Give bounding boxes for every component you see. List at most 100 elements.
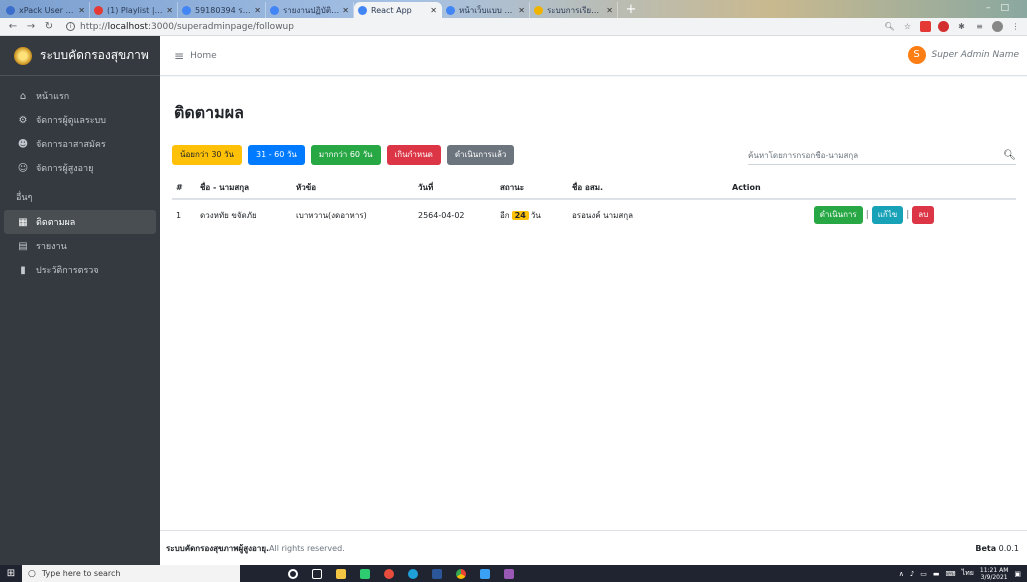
volume-icon[interactable]: ♪ <box>910 570 914 578</box>
edge-icon[interactable] <box>408 568 418 579</box>
browser-tab[interactable]: xPack User Profile✕ <box>2 2 90 18</box>
table-header-row: # ชื่อ - นามสกุล หัวข้อ วันที่ สถานะ ชื่… <box>172 177 1016 200</box>
days-remaining-badge: 24 <box>511 210 529 220</box>
browser-tab[interactable]: React App ✕ <box>354 2 442 18</box>
tab-favicon-icon <box>358 5 367 15</box>
tab-close-icon[interactable]: ✕ <box>78 6 85 15</box>
sidebar-item[interactable]: ☻ จัดการอาสาสมัคร <box>4 132 156 156</box>
search-box: 🔍︎ <box>748 147 1016 165</box>
tab-close-icon[interactable]: ✕ <box>430 6 437 15</box>
cell-name: ดวงหทัย ขจัดภัย <box>196 199 292 232</box>
search-icon[interactable]: 🔍︎ <box>1003 150 1016 161</box>
edit-button[interactable]: แก้ไข <box>871 206 904 225</box>
filter-button[interactable]: มากกว่า 60 วัน <box>310 145 381 165</box>
vscode-icon[interactable] <box>480 568 490 579</box>
status-suffix: วัน <box>530 210 541 220</box>
sidebar-item-label: จัดการผู้สูงอายุ <box>36 164 94 174</box>
sidebar-item[interactable]: ⚙ จัดการผู้ดูแลระบบ <box>4 108 156 132</box>
input-language[interactable]: ไทย <box>962 568 974 579</box>
filter-button[interactable]: ดำเนินการแล้ว <box>446 145 515 165</box>
sidebar-item[interactable]: ☺ จัดการผู้สูงอายุ <box>4 156 156 180</box>
calendar-icon: ▦ <box>18 216 28 228</box>
search-input[interactable] <box>748 151 1004 160</box>
sidebar-section-header: อื่นๆ <box>16 193 33 203</box>
battery-icon[interactable]: ▬ <box>933 570 940 578</box>
sidebar: ระบบคัดกรองสุขภาพ ⌂ หน้าแรก ⚙ จัดการผู้ดูแล… <box>0 36 160 565</box>
windows-taskbar: ⊞ ○ Type here to search ∧ ♪ ▭ ▬ ⌨ ไทย 11… <box>0 565 1027 582</box>
file-explorer-icon[interactable] <box>336 568 346 579</box>
store-icon[interactable] <box>360 568 370 579</box>
sidebar-item-label: รายงาน <box>36 242 67 252</box>
chrome-icon[interactable] <box>456 568 466 579</box>
col-header-name: ชื่อ - นามสกุล <box>196 177 292 200</box>
tab-favicon-icon <box>534 5 543 15</box>
home-link[interactable]: Home <box>190 51 217 61</box>
process-button[interactable]: ดำเนินการ <box>813 206 863 225</box>
taskbar-search[interactable]: ○ Type here to search <box>22 565 240 582</box>
col-header-osm: ชื่อ อสม. <box>568 177 728 200</box>
hamburger-menu-icon[interactable]: ≡ <box>174 49 184 63</box>
tab-close-icon[interactable]: ✕ <box>606 6 613 15</box>
windows-start-icon[interactable]: ⊞ <box>0 568 22 579</box>
tray-chevron-icon[interactable]: ∧ <box>899 570 904 578</box>
taskbar-apps <box>288 568 514 579</box>
user-name[interactable]: Super Admin Name <box>932 50 1019 60</box>
filter-button[interactable]: เกินกำหนด <box>386 145 441 165</box>
filter-button[interactable]: 31 - 60 วัน <box>248 145 305 165</box>
user-menu[interactable]: S Super Admin Name <box>907 46 1019 64</box>
url-path: :3000/superadminpage/followup <box>147 21 294 32</box>
window-controls-icon[interactable]: –□ <box>986 3 1019 13</box>
address-bar[interactable]: i http://localhost:3000/superadminpage/f… <box>66 22 294 32</box>
network-icon[interactable]: ▭ <box>920 570 927 578</box>
tab-close-icon[interactable]: ✕ <box>166 6 173 15</box>
reading-list-icon[interactable]: ≡ <box>974 21 985 32</box>
puzzle-icon[interactable]: ✱ <box>956 21 967 32</box>
filter-button[interactable]: น้อยกว่า 30 วัน <box>172 145 243 165</box>
reload-icon[interactable]: ↻ <box>42 21 56 32</box>
extension-icon[interactable] <box>920 21 931 32</box>
tab-title: หน้าเว็บแบบ respo - Go... <box>459 5 515 15</box>
sidebar-item[interactable]: ▦ ติดตามผล <box>4 210 156 234</box>
back-icon[interactable]: ← <box>6 21 20 32</box>
sidebar-item[interactable]: ⌂ หน้าแรก <box>4 84 156 108</box>
profile-avatar-icon[interactable] <box>992 21 1003 32</box>
version-number: 0.0.1 <box>998 543 1019 553</box>
browser-tab[interactable]: 59180394 รายงานการ...✕ <box>178 2 266 18</box>
bookmark-star-icon[interactable]: ☆ <box>902 21 913 32</box>
url-prefix: http:// <box>80 21 108 32</box>
sidebar-item-label: ติดตามผล <box>36 218 76 228</box>
task-view-icon[interactable] <box>312 568 322 579</box>
browser-tab[interactable]: (1) Playlist | Siwa...✕ <box>90 2 178 18</box>
browser-menu-icon[interactable]: ⋮ <box>1010 21 1021 32</box>
notification-icon[interactable]: ▣ <box>1014 570 1021 578</box>
cortana-icon[interactable] <box>288 568 298 579</box>
tab-favicon-icon <box>94 5 103 15</box>
site-info-icon[interactable]: i <box>66 22 75 31</box>
office-icon[interactable] <box>384 568 394 579</box>
adblock-icon[interactable] <box>938 21 949 32</box>
zoom-icon[interactable]: 🔍︎ <box>884 21 895 32</box>
tab-close-icon[interactable]: ✕ <box>342 6 349 15</box>
keyboard-icon[interactable]: ⌨ <box>946 570 956 578</box>
avatar[interactable]: S <box>907 46 926 64</box>
sidebar-brand[interactable]: ระบบคัดกรองสุขภาพ <box>0 36 160 76</box>
tab-close-icon[interactable]: ✕ <box>518 6 525 15</box>
photos-icon[interactable] <box>504 568 514 579</box>
browser-tab[interactable]: หน้าเว็บแบบ respo - Go...✕ <box>442 2 530 18</box>
system-tray: ∧ ♪ ▭ ▬ ⌨ ไทย 11:21 AM 3/9/2021 ▣ <box>899 565 1021 582</box>
new-tab-icon[interactable]: + <box>622 3 640 17</box>
clock-date: 3/9/2021 <box>980 573 1008 581</box>
extensions-bar: 🔍︎ ☆ ✱ ≡ ⋮ <box>884 21 1021 32</box>
tab-close-icon[interactable]: ✕ <box>254 6 261 15</box>
clock[interactable]: 11:21 AM 3/9/2021 <box>980 567 1008 581</box>
forward-icon[interactable]: → <box>24 21 38 32</box>
delete-button[interactable]: ลบ <box>912 206 935 225</box>
browser-tab[interactable]: รายงานปฏิบัติงานสหกิจ...✕ <box>266 2 354 18</box>
sidebar-item-label: จัดการอาสาสมัคร <box>36 140 106 150</box>
taskbar-search-placeholder: Type here to search <box>41 569 121 578</box>
top-navbar: ≡ Home S Super Admin Name <box>160 36 1027 76</box>
browser-tab[interactable]: ระบบการเรียนออนไลน์✕ <box>530 2 618 18</box>
sidebar-item[interactable]: ▤ รายงาน <box>4 234 156 258</box>
sidebar-item[interactable]: ▮ ประวัติการตรวจ <box>4 258 156 282</box>
word-icon[interactable] <box>432 568 442 579</box>
